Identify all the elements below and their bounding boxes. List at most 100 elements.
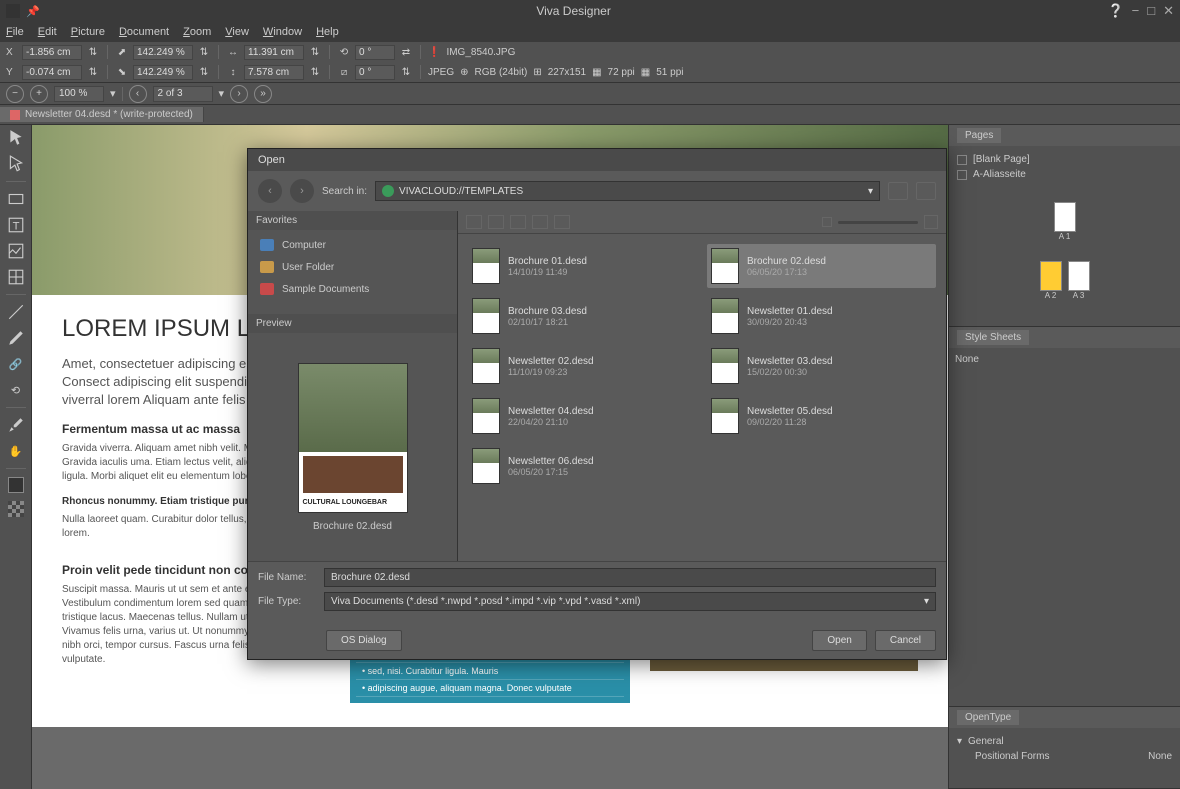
- menu-edit[interactable]: Edit: [38, 26, 57, 38]
- stepper-icon[interactable]: ⇅: [308, 65, 322, 79]
- rectangle-tool-icon[interactable]: [7, 190, 25, 208]
- menu-document[interactable]: Document: [119, 26, 169, 38]
- thumb-size-slider[interactable]: [838, 221, 918, 224]
- line-tool-icon[interactable]: [7, 303, 25, 321]
- help-icon[interactable]: ❔: [1107, 3, 1123, 19]
- favorite-sample-docs[interactable]: Sample Documents: [248, 278, 457, 300]
- filename-input[interactable]: Brochure 02.desd: [324, 568, 936, 587]
- flip-h-icon[interactable]: ⇄: [399, 45, 413, 59]
- zoom-input[interactable]: [54, 86, 104, 102]
- fill-swatch-icon[interactable]: [8, 477, 24, 493]
- zoom-in-icon[interactable]: +: [30, 85, 48, 103]
- pages-tab[interactable]: Pages: [957, 128, 1001, 143]
- width-pct-input[interactable]: [133, 45, 193, 60]
- file-item[interactable]: Newsletter 06.desd 06/05/20 17:15: [468, 444, 697, 488]
- page-item[interactable]: [Blank Page]: [955, 152, 1174, 167]
- link-tool-icon[interactable]: 🔗: [7, 355, 25, 373]
- page-input[interactable]: [153, 86, 213, 102]
- stepper-icon[interactable]: ⇅: [308, 45, 322, 59]
- file-item[interactable]: Brochure 03.desd 02/10/17 18:21: [468, 294, 697, 338]
- os-dialog-button[interactable]: OS Dialog: [326, 630, 402, 651]
- page-thumb[interactable]: [1054, 202, 1076, 232]
- favorite-computer[interactable]: Computer: [248, 234, 457, 256]
- view-list-icon[interactable]: [466, 215, 482, 229]
- favorites-header: Favorites: [248, 211, 457, 230]
- y-input[interactable]: [22, 65, 82, 80]
- path-input[interactable]: VIVACLOUD://TEMPLATES ▾: [375, 181, 880, 201]
- menu-zoom[interactable]: Zoom: [183, 26, 211, 38]
- favorite-user-folder[interactable]: User Folder: [248, 256, 457, 278]
- filetype-select[interactable]: Viva Documents (*.desd *.nwpd *.posd *.i…: [324, 592, 936, 611]
- zoom-large-icon[interactable]: [924, 215, 938, 229]
- file-item[interactable]: Newsletter 03.desd 15/02/20 00:30: [707, 344, 936, 388]
- flip-v-icon[interactable]: ⇅: [399, 65, 413, 79]
- positional-forms-value[interactable]: None: [1148, 751, 1172, 762]
- page-thumb[interactable]: [1068, 261, 1090, 291]
- menu-file[interactable]: File: [6, 26, 24, 38]
- file-item[interactable]: Brochure 01.desd 14/10/19 11:49: [468, 244, 697, 288]
- open-button[interactable]: Open: [812, 630, 866, 651]
- file-item[interactable]: Newsletter 04.desd 22/04/20 21:10: [468, 394, 697, 438]
- view-grid-icon[interactable]: [510, 215, 526, 229]
- left-toolbar: T 🔗 ⟲ ✋: [0, 125, 32, 789]
- rotate-input[interactable]: [355, 45, 395, 60]
- maximize-icon[interactable]: □: [1147, 3, 1155, 19]
- nav-back-icon[interactable]: ‹: [258, 179, 282, 203]
- file-item[interactable]: Newsletter 02.desd 11/10/19 09:23: [468, 344, 697, 388]
- view-detail-icon[interactable]: [488, 215, 504, 229]
- menu-picture[interactable]: Picture: [71, 26, 105, 38]
- search-in-label: Search in:: [322, 186, 367, 197]
- new-folder-icon[interactable]: [916, 182, 936, 200]
- opentype-general[interactable]: ▾General: [955, 734, 1174, 749]
- pen-tool-icon[interactable]: [7, 329, 25, 347]
- direct-select-icon[interactable]: [7, 155, 25, 173]
- page-item[interactable]: A-Aliasseite: [955, 167, 1174, 182]
- menu-help[interactable]: Help: [316, 26, 339, 38]
- pin-icon[interactable]: 📌: [26, 5, 40, 18]
- dropdown-icon[interactable]: ▾: [219, 87, 225, 100]
- file-name: Newsletter 06.desd: [508, 456, 594, 467]
- hand-tool-icon[interactable]: ✋: [7, 442, 25, 460]
- zoom-small-icon[interactable]: [822, 217, 832, 227]
- table-tool-icon[interactable]: [7, 268, 25, 286]
- menu-window[interactable]: Window: [263, 26, 302, 38]
- link-icon[interactable]: ⇅: [86, 65, 100, 79]
- stepper-icon[interactable]: ⇅: [197, 65, 211, 79]
- close-icon[interactable]: ✕: [1163, 3, 1174, 19]
- opentype-tab[interactable]: OpenType: [957, 710, 1019, 725]
- last-page-icon[interactable]: »: [254, 85, 272, 103]
- rotate-tool-icon[interactable]: ⟲: [7, 381, 25, 399]
- eyedropper-icon[interactable]: [7, 416, 25, 434]
- page-thumb[interactable]: [1040, 261, 1062, 291]
- menu-view[interactable]: View: [225, 26, 249, 38]
- dropdown-icon[interactable]: ▾: [110, 87, 116, 100]
- skew-input[interactable]: [355, 65, 395, 80]
- style-none[interactable]: None: [955, 354, 979, 365]
- nav-forward-icon[interactable]: ›: [290, 179, 314, 203]
- x-input[interactable]: [22, 45, 82, 60]
- pointer-tool-icon[interactable]: [7, 129, 25, 147]
- document-tab[interactable]: Newsletter 04.desd * (write-protected): [0, 107, 204, 122]
- stepper-icon[interactable]: ⇅: [197, 45, 211, 59]
- height-input[interactable]: [244, 65, 304, 80]
- style-sheets-tab[interactable]: Style Sheets: [957, 330, 1029, 345]
- prev-page-icon[interactable]: ‹: [129, 85, 147, 103]
- link-icon[interactable]: ⇅: [86, 45, 100, 59]
- file-item[interactable]: Brochure 02.desd 06/05/20 17:13: [707, 244, 936, 288]
- property-bar: X ⇅ ⬈ ⇅ ↔ ⇅ ⟲ ⇄ ❗ IMG_8540.JPG Y ⇅ ⬊ ⇅ ↕…: [0, 42, 1180, 83]
- file-item[interactable]: Newsletter 01.desd 30/09/20 20:43: [707, 294, 936, 338]
- file-item[interactable]: Newsletter 05.desd 09/02/20 11:28: [707, 394, 936, 438]
- view-thumb-icon[interactable]: [554, 215, 570, 229]
- height-pct-input[interactable]: [133, 65, 193, 80]
- image-frame-icon[interactable]: [7, 242, 25, 260]
- dropdown-icon[interactable]: ▾: [868, 186, 873, 197]
- width-input[interactable]: [244, 45, 304, 60]
- minimize-icon[interactable]: −: [1132, 3, 1140, 19]
- next-page-icon[interactable]: ›: [230, 85, 248, 103]
- cancel-button[interactable]: Cancel: [875, 630, 936, 651]
- pattern-swatch-icon[interactable]: [8, 501, 24, 517]
- text-frame-icon[interactable]: T: [7, 216, 25, 234]
- up-folder-icon[interactable]: [888, 182, 908, 200]
- view-small-icon[interactable]: [532, 215, 548, 229]
- zoom-out-icon[interactable]: −: [6, 85, 24, 103]
